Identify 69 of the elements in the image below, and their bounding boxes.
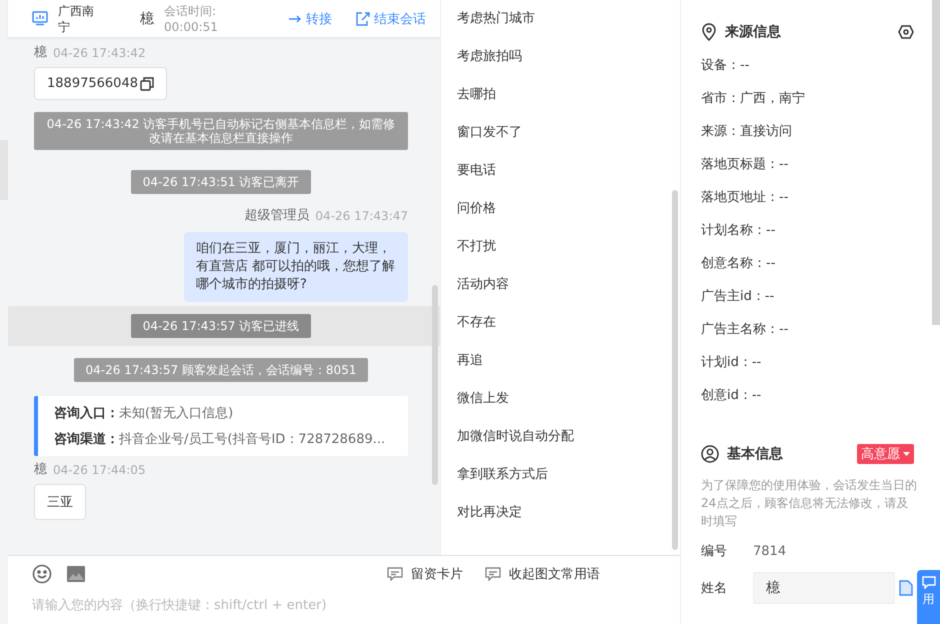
notice-text: 为了保障您的使用体验，会话发生当日的24点之后，顾客信息将无法修改，请及时填写	[701, 477, 918, 530]
info-field: 广告主名称：--	[701, 313, 940, 346]
sender-name: 檍	[34, 462, 47, 478]
section-title: 基本信息	[727, 445, 783, 463]
info-line: 咨询入口：未知(暂无入口信息)	[54, 404, 234, 422]
location-pin-icon	[701, 23, 717, 41]
emoji-icon[interactable]	[32, 564, 52, 584]
phrase-item[interactable]: 加微信时说自动分配	[457, 418, 680, 456]
field-label: 编号	[701, 543, 728, 560]
message-text: 18897566048	[47, 76, 138, 91]
phrase-item[interactable]: 窗口发不了	[457, 114, 680, 152]
phrase-item[interactable]: 不存在	[457, 304, 680, 342]
message-time: 04-26 17:44:05	[53, 462, 146, 478]
info-field: 来源：直接访问	[701, 115, 940, 148]
phrase-item[interactable]: 拿到联系方式后	[457, 456, 680, 494]
message-icon	[387, 567, 403, 581]
caret-icon	[903, 452, 910, 456]
system-notice: 04-26 17:43:57 访客已进线	[130, 314, 312, 338]
info-field: 创意名称：--	[701, 247, 940, 280]
info-field: 落地页标题：--	[701, 148, 940, 181]
visitor-name: 檍	[139, 10, 154, 28]
image-icon[interactable]	[66, 565, 86, 583]
info-field: 计划id：--	[701, 346, 940, 379]
message-text: 三亚	[47, 494, 73, 511]
info-line: 咨询渠道：抖音企业号/员工号(抖音号ID：728728689...	[54, 430, 386, 448]
phrase-item[interactable]: 要电话	[457, 152, 680, 190]
message-input[interactable]: 请输入您的内容（换行快捷键：shift/ctrl + enter)	[32, 598, 680, 613]
exit-icon	[356, 12, 370, 26]
phrase-item[interactable]: 微信上发	[457, 380, 680, 418]
name-field[interactable]: 檍	[753, 572, 895, 604]
info-field: 落地页地址：--	[701, 181, 940, 214]
copy-icon[interactable]	[140, 76, 154, 90]
phrase-item[interactable]: 考虑旅拍吗	[457, 38, 680, 76]
sender-name: 超级管理员	[244, 208, 310, 224]
info-field: 计划名称：--	[701, 214, 940, 247]
system-notice: 04-26 17:43:51 访客已离开	[130, 170, 312, 194]
info-field: 设备：--	[701, 49, 940, 82]
info-field: 创意id：--	[701, 379, 940, 412]
message-bubble: 咱们在三亚，厦门，丽江，大理，有直营店 都可以拍的哦，您想了解哪个城市的拍摄呀?	[184, 232, 408, 302]
field-value: 7814	[753, 544, 786, 558]
info-field: 广告主id：--	[701, 280, 940, 313]
tool-button[interactable]: 留资卡片	[387, 565, 463, 583]
message-time: 04-26 17:43:47	[315, 208, 408, 224]
phrase-item[interactable]: 问价格	[457, 190, 680, 228]
phrase-item[interactable]: 再追	[457, 342, 680, 380]
phrase-item[interactable]: 考虑热门城市	[457, 0, 680, 38]
intent-tag[interactable]: 高意愿	[857, 444, 914, 464]
sender-name: 檍	[34, 45, 47, 61]
phrase-item[interactable]: 活动内容	[457, 266, 680, 304]
section-title: 来源信息	[725, 23, 781, 41]
message-time: 04-26 17:43:42	[53, 45, 146, 61]
system-notice: 04-26 17:43:42 访客手机号已自动标记右侧基本信息栏，如需修改请在基本信息栏直接操作	[34, 112, 408, 150]
phrase-item[interactable]: 不打扰	[457, 228, 680, 266]
phrase-item[interactable]: 对比再决定	[457, 494, 680, 532]
document-icon[interactable]	[899, 580, 913, 596]
hexagon-icon[interactable]	[898, 24, 914, 40]
info-field: 省市：广西，南宁	[701, 82, 940, 115]
message-icon	[485, 567, 501, 581]
visitor-location: 广西南宁	[58, 2, 94, 34]
field-label: 姓名	[701, 580, 728, 597]
tool-button[interactable]: 收起图文常用语	[485, 565, 600, 583]
monitor-icon	[32, 11, 48, 26]
session-timer: 00:00:51	[164, 18, 219, 34]
arrow-icon	[288, 12, 302, 24]
timer-label: 会话时间:	[164, 2, 218, 18]
message-icon	[922, 576, 936, 589]
system-notice: 04-26 17:43:57 顾客发起会话，会话编号：8051	[74, 358, 368, 382]
phrase-item[interactable]: 去哪拍	[457, 76, 680, 114]
user-icon	[701, 445, 719, 463]
